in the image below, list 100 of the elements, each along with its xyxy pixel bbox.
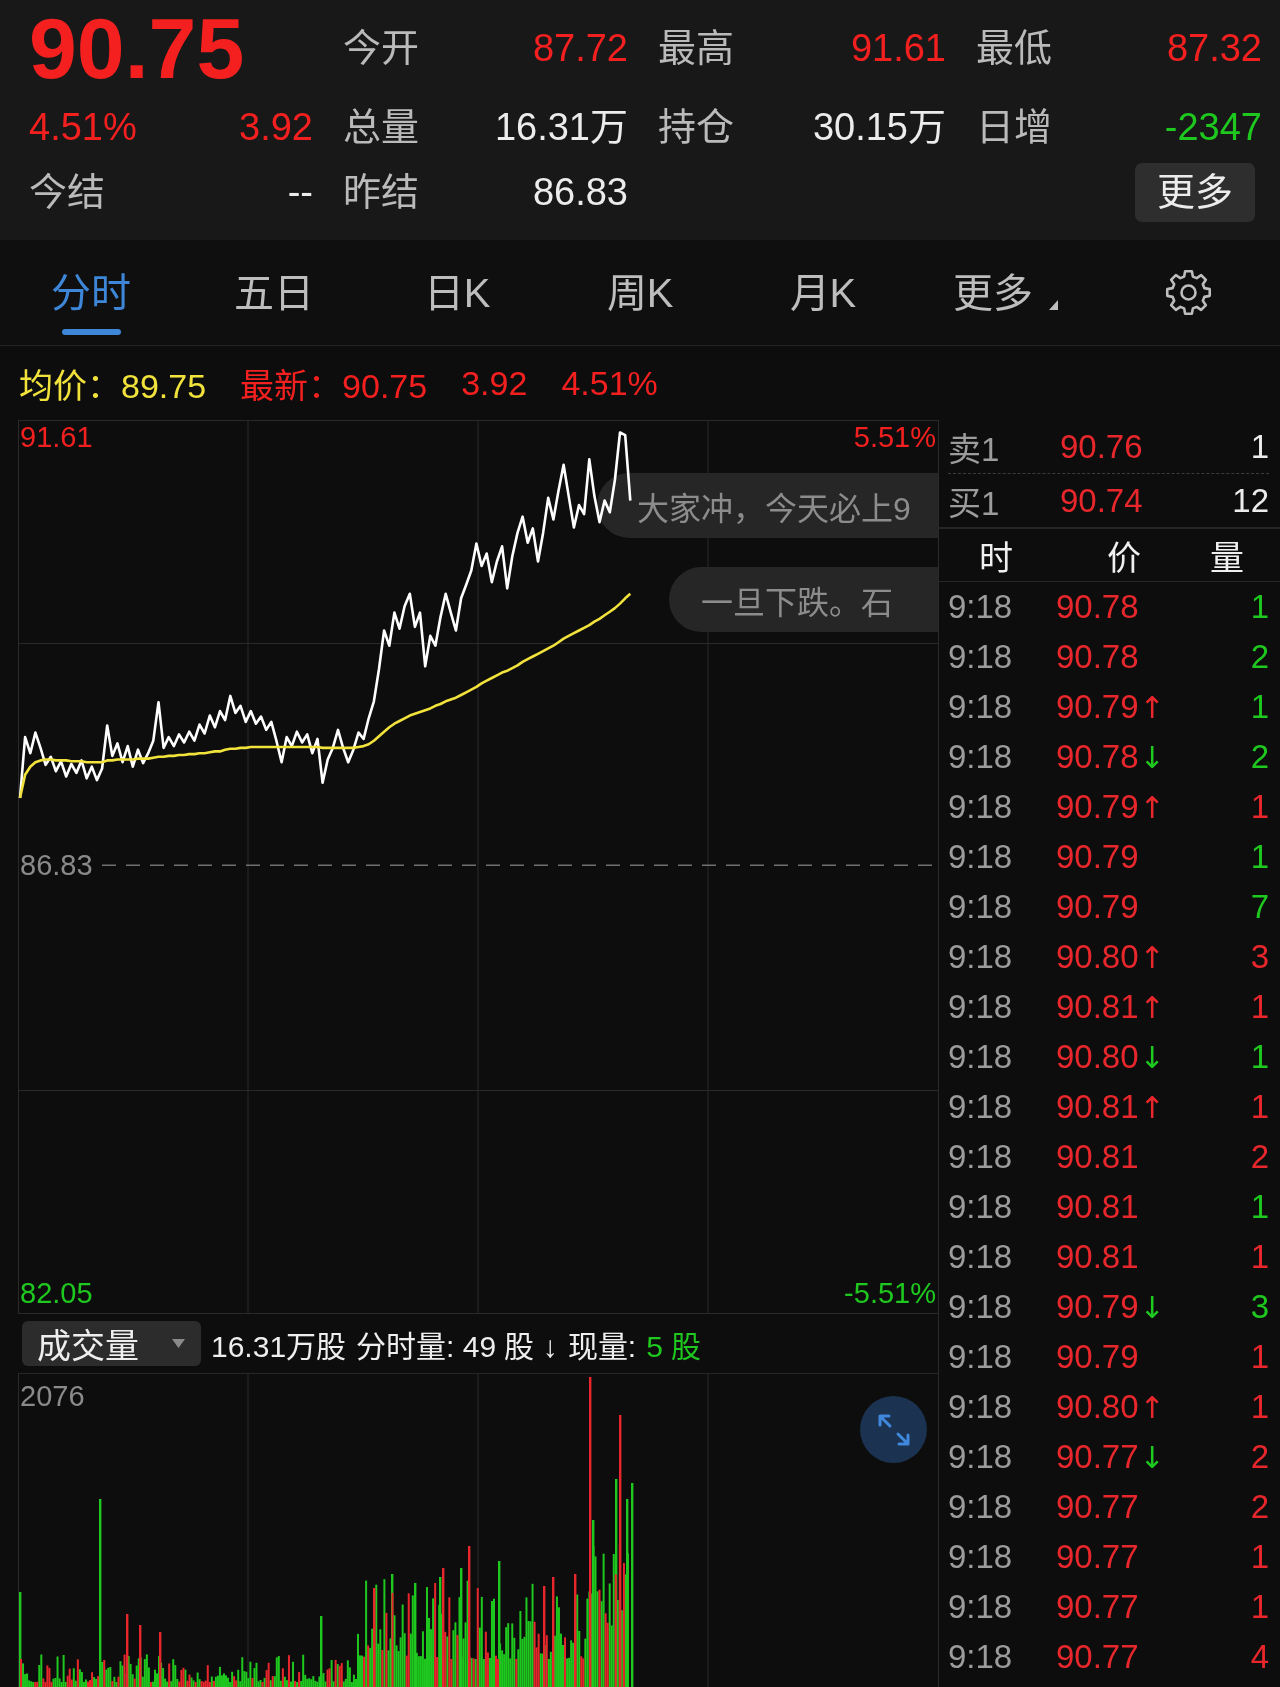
trade-time: 9:18 [948, 938, 1014, 976]
stat-label: 最低 [976, 26, 1052, 71]
trade-price: 90.81 [1056, 1138, 1139, 1176]
trade-time: 9:18 [948, 1588, 1014, 1626]
trade-price: 90.78 [1056, 738, 1139, 776]
trade-volume: 1 [1250, 988, 1269, 1026]
trade-price: 90.78 [1056, 638, 1139, 676]
change-percent-text: 4.51% [561, 363, 658, 403]
trade-time: 9:18 [948, 838, 1014, 876]
trade-price: 90.77 [1056, 1538, 1139, 1576]
period-tab[interactable]: 日K [423, 269, 491, 335]
column-header: 时 [979, 537, 1013, 579]
comment-bubble: 大家冲，今天必上9 [597, 473, 938, 538]
trade-price: 90.81 [1056, 1238, 1139, 1276]
trade-time: 9:18 [948, 1088, 1014, 1126]
trade-volume: 1 [1250, 1188, 1269, 1226]
more-button[interactable]: 更多 [1135, 162, 1255, 222]
column-header: 量 [1209, 537, 1244, 579]
trade-time: 9:18 [948, 1438, 1014, 1476]
trade-price: 90.77 [1056, 1488, 1139, 1526]
settings-button[interactable] [1165, 269, 1213, 316]
change-text: 3.92 [461, 363, 528, 403]
trade-price: 90.80 [1056, 938, 1139, 976]
trade-price: 90.80 [1056, 1038, 1139, 1076]
trade-price: 90.77 [1056, 1588, 1139, 1626]
trade-price: 90.81 [1056, 1188, 1139, 1226]
axis-label: 91.61 [20, 420, 93, 454]
latest-price-text: 最新：90.75 [240, 365, 428, 407]
trade-price: 90.81 [1056, 1088, 1139, 1126]
trade-price: 90.77 [1056, 1438, 1139, 1476]
trade-price: 90.79 [1056, 688, 1139, 726]
axis-label: 2076 [20, 1379, 85, 1413]
trade-volume: 1 [1250, 1588, 1269, 1626]
order-price: 90.74 [1060, 481, 1143, 520]
trade-time: 9:18 [948, 1138, 1014, 1176]
trade-price: 90.79 [1056, 1288, 1139, 1326]
stat-value: -2347 [1164, 105, 1262, 150]
order-volume: 1 [1250, 427, 1269, 466]
period-tab[interactable]: 月K [789, 269, 857, 335]
trade-volume: 4 [1250, 1638, 1269, 1676]
caret-icon [1049, 300, 1059, 310]
caret-icon [172, 1339, 185, 1348]
trade-volume: 1 [1250, 1338, 1269, 1376]
trade-price: 90.79 [1056, 788, 1139, 826]
trend-arrow: ↑ [1139, 1089, 1165, 1125]
stat-value: -- [287, 170, 313, 215]
trade-price: 90.77 [1056, 1638, 1139, 1676]
trend-arrow: ↑ [1139, 1389, 1165, 1425]
trend-arrow: ↓ [1139, 739, 1165, 775]
trade-time: 9:18 [948, 688, 1014, 726]
stat-label: 总量 [343, 105, 419, 150]
trend-arrow: ↑ [1139, 939, 1165, 975]
trade-price: 90.80 [1056, 1388, 1139, 1426]
period-tab[interactable]: 五日 [234, 269, 315, 335]
stat-label: 最高 [658, 26, 734, 71]
trade-time: 9:18 [948, 1388, 1014, 1426]
trade-time: 9:18 [948, 1038, 1014, 1076]
trade-time: 9:18 [948, 588, 1014, 626]
trade-time: 9:18 [948, 738, 1014, 776]
trade-price: 90.79 [1056, 838, 1139, 876]
trade-time: 9:18 [948, 1288, 1014, 1326]
column-header: 价 [1107, 537, 1141, 579]
trade-time: 9:18 [948, 1338, 1014, 1376]
trade-price: 90.79 [1056, 1338, 1139, 1376]
trend-arrow: ↓ [1139, 1039, 1165, 1075]
trade-price: 90.79 [1056, 888, 1139, 926]
total-volume-text: 16.31万股 [211, 1328, 347, 1365]
stat-value: 87.72 [532, 26, 628, 71]
trade-volume: 1 [1250, 1038, 1269, 1076]
trade-volume: 2 [1250, 638, 1269, 676]
trade-volume: 1 [1250, 1088, 1269, 1126]
trade-volume: 1 [1250, 838, 1269, 876]
period-tab[interactable]: 分时 [51, 269, 132, 335]
trade-time: 9:18 [948, 1238, 1014, 1276]
trend-arrow: ↑ [1139, 789, 1165, 825]
period-tab[interactable]: 更多 [953, 269, 1059, 335]
trade-volume: 1 [1250, 1238, 1269, 1276]
stat-label: 日增 [976, 105, 1052, 150]
indicator-dropdown[interactable]: 成交量 [22, 1321, 201, 1366]
order-price: 90.76 [1060, 427, 1143, 466]
order-level-label: 卖1 [948, 429, 1001, 470]
stat-value: 30.15万 [812, 105, 946, 150]
change-percent: 4.51% [29, 105, 137, 150]
stat-label: 今结 [29, 170, 105, 215]
trade-volume: 2 [1250, 738, 1269, 776]
axis-label: -5.51% [844, 1276, 936, 1310]
current-volume-value: 5 股 [646, 1328, 702, 1365]
trade-volume: 1 [1250, 1388, 1269, 1426]
comment-bubble: 一旦下跌。石 [669, 567, 938, 632]
trade-volume: 1 [1250, 788, 1269, 826]
trade-time: 9:18 [948, 988, 1014, 1026]
stat-value: 86.83 [532, 170, 628, 215]
period-volume-text: 分时量: 49 股 ↓ [356, 1328, 558, 1365]
trade-time: 9:18 [948, 1538, 1014, 1576]
trade-price: 90.81 [1056, 988, 1139, 1026]
trade-time: 9:18 [948, 1188, 1014, 1226]
trade-volume: 1 [1250, 1538, 1269, 1576]
trade-volume: 7 [1250, 888, 1269, 926]
period-tab[interactable]: 周K [606, 269, 674, 335]
axis-label: 5.51% [853, 420, 936, 454]
